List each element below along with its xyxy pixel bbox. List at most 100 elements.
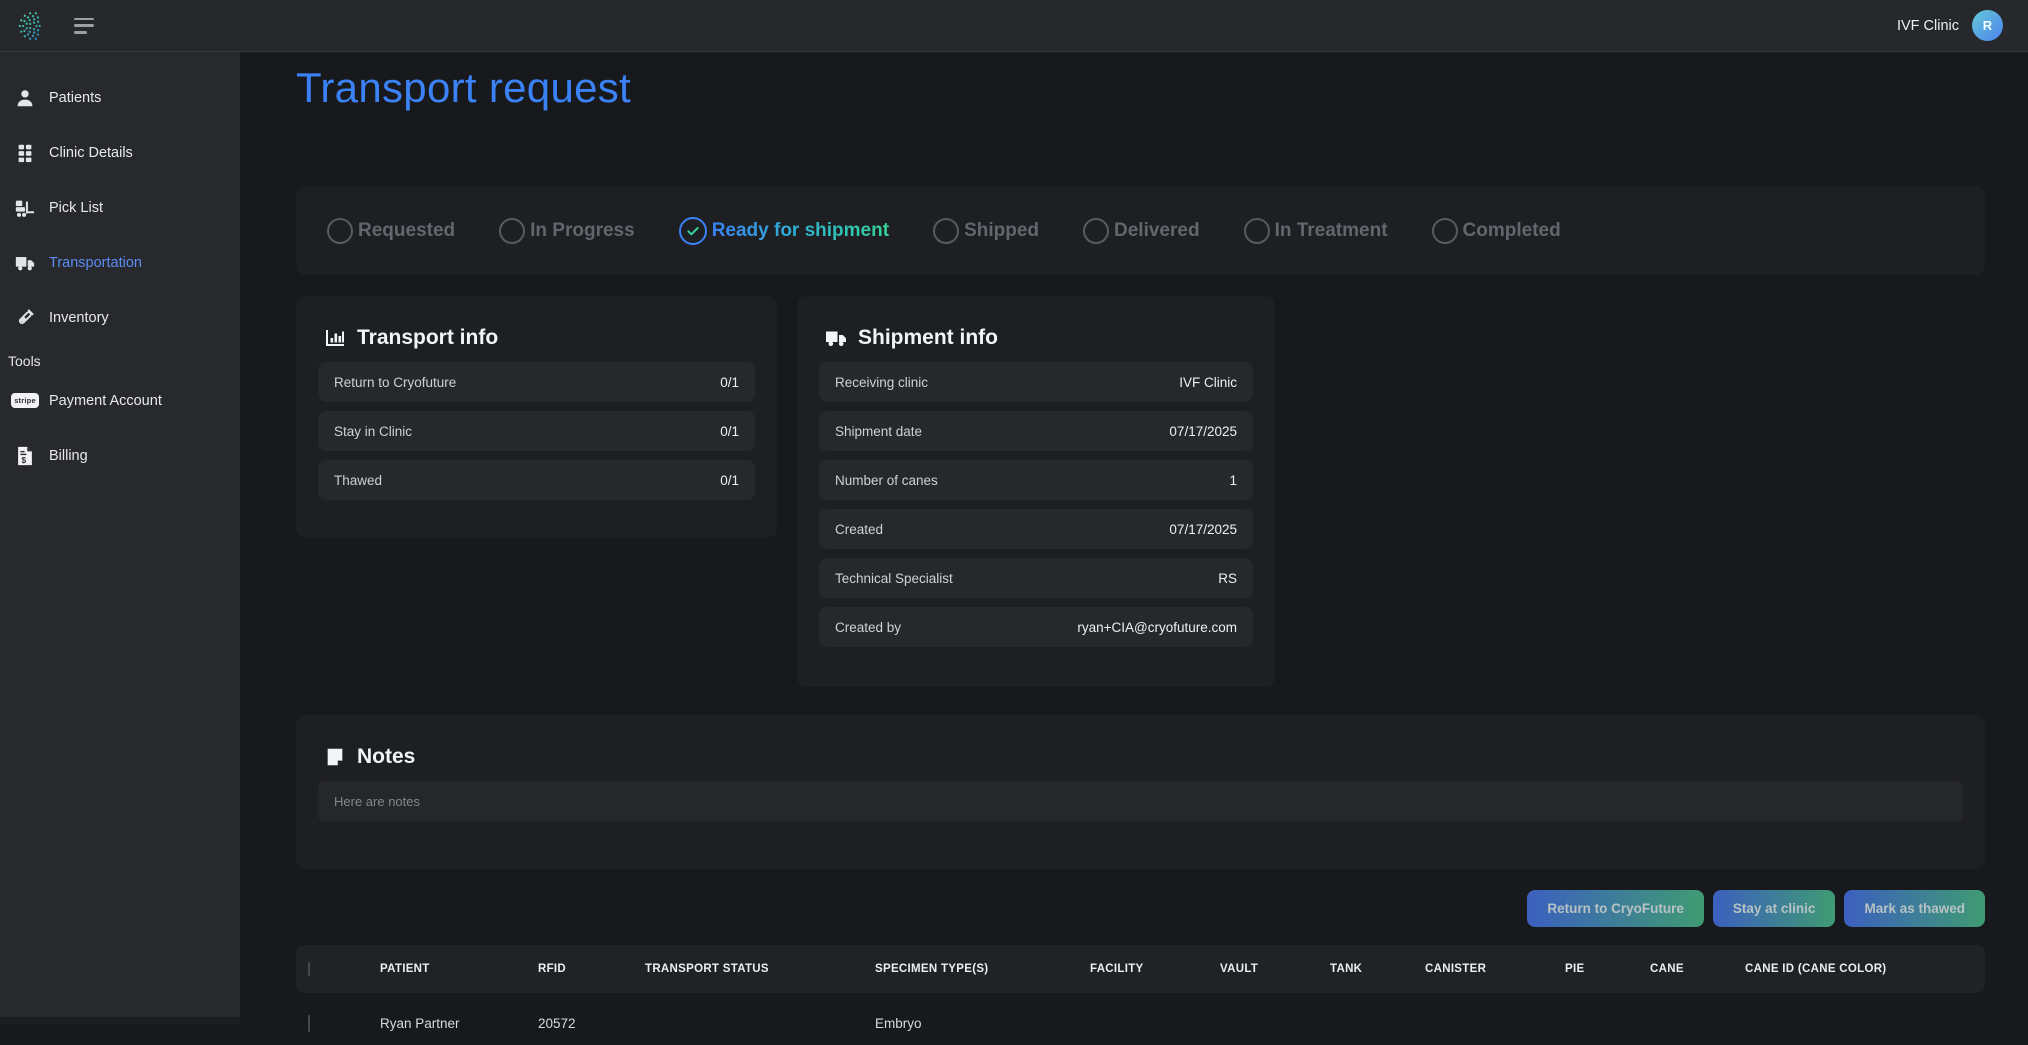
stay-at-clinic-button[interactable]: Stay at clinic [1713, 890, 1836, 927]
step-circle-icon [1083, 218, 1109, 244]
clinic-name: IVF Clinic [1897, 18, 1959, 34]
column-header[interactable]: RFID [538, 963, 645, 975]
column-header[interactable]: CANE [1650, 963, 1745, 975]
step-completed[interactable]: Completed [1432, 218, 1561, 244]
card-title: Transport info [357, 326, 498, 350]
sidebar-item-transportation[interactable]: Transportation [0, 235, 240, 290]
info-value: 07/17/2025 [1169, 522, 1237, 537]
table-row[interactable]: Ryan Partner 20572 Embryo [296, 1001, 1985, 1045]
info-row: Created 07/17/2025 [819, 509, 1253, 549]
sidebar-section-tools: Tools [0, 353, 240, 373]
step-circle-icon [933, 218, 959, 244]
transport-info-card: Transport info Return to Cryofuture 0/1 … [296, 296, 777, 538]
step-circle-icon [1244, 218, 1270, 244]
step-in-treatment[interactable]: In Treatment [1244, 218, 1388, 244]
step-requested[interactable]: Requested [327, 218, 455, 244]
sidebar: Patients Clinic Details Pick List Transp… [0, 52, 240, 1024]
sidebar-item-patients[interactable]: Patients [0, 70, 240, 125]
main-content: Transport request Requested In Progress … [240, 52, 2028, 1024]
info-row: Shipment date 07/17/2025 [819, 411, 1253, 451]
note-icon [323, 745, 347, 769]
column-header[interactable]: TANK [1330, 963, 1425, 975]
step-in-progress[interactable]: In Progress [499, 218, 635, 244]
notes-card: Notes [296, 715, 1985, 869]
step-label: Completed [1463, 220, 1561, 242]
mark-as-thawed-button[interactable]: Mark as thawed [1844, 890, 1985, 927]
column-header[interactable]: VAULT [1220, 963, 1330, 975]
notes-input[interactable] [318, 781, 1963, 821]
status-stepper: Requested In Progress Ready for shipment… [296, 186, 1985, 275]
card-title: Shipment info [858, 326, 998, 350]
step-delivered[interactable]: Delivered [1083, 218, 1200, 244]
sidebar-item-billing[interactable]: $ Billing [0, 428, 240, 483]
info-label: Created [835, 522, 883, 537]
return-to-cryofuture-button[interactable]: Return to CryoFuture [1527, 890, 1704, 927]
step-label: In Progress [530, 220, 635, 242]
shipment-info-heading: Shipment info [824, 326, 1248, 350]
sidebar-item-label: Transportation [49, 255, 142, 271]
card-title: Notes [357, 745, 415, 769]
svg-text:$: $ [22, 455, 27, 464]
cryofuture-logo-icon[interactable] [18, 11, 48, 41]
info-label: Number of canes [835, 473, 938, 488]
vial-icon [14, 307, 36, 329]
sidebar-item-payment-account[interactable]: stripe Payment Account [0, 373, 240, 428]
table-header: PATIENT RFID TRANSPORT STATUS SPECIMEN T… [296, 945, 1985, 993]
sidebar-item-label: Pick List [49, 200, 103, 216]
step-label: Requested [358, 220, 455, 242]
info-row: Number of canes 1 [819, 460, 1253, 500]
truck-icon [824, 326, 848, 350]
step-ready-for-shipment[interactable]: Ready for shipment [679, 217, 889, 245]
sidebar-bottom-strip [0, 1017, 240, 1024]
info-label: Thawed [334, 473, 382, 488]
sidebar-item-label: Payment Account [49, 393, 162, 409]
info-row: Created by ryan+CIA@cryofuture.com [819, 607, 1253, 647]
select-all-checkbox[interactable] [308, 962, 310, 976]
column-header[interactable]: TRANSPORT STATUS [645, 963, 875, 975]
info-label: Technical Specialist [835, 571, 953, 586]
sidebar-item-clinic-details[interactable]: Clinic Details [0, 125, 240, 180]
person-icon [14, 87, 36, 109]
grid-icon [14, 142, 36, 164]
menu-icon[interactable] [74, 18, 96, 34]
row-checkbox[interactable] [308, 1015, 310, 1032]
sidebar-item-pick-list[interactable]: Pick List [0, 180, 240, 235]
info-row: Stay in Clinic 0/1 [318, 411, 755, 451]
step-circle-icon [1432, 218, 1458, 244]
stripe-icon: stripe [14, 390, 36, 412]
info-value: 1 [1229, 473, 1237, 488]
user-avatar[interactable]: R [1972, 10, 2003, 41]
sidebar-item-label: Clinic Details [49, 145, 133, 161]
step-label: Ready for shipment [712, 220, 889, 242]
info-label: Created by [835, 620, 901, 635]
step-shipped[interactable]: Shipped [933, 218, 1039, 244]
info-value: IVF Clinic [1179, 375, 1237, 390]
actions-row: Return to CryoFuture Stay at clinic Mark… [1527, 890, 1985, 927]
bar-chart-icon [323, 326, 347, 350]
column-header[interactable]: PIE [1565, 963, 1650, 975]
cell-specimen-types: Embryo [875, 1016, 1090, 1031]
column-header[interactable]: CANE ID (CANE COLOR) [1745, 963, 1985, 975]
sidebar-item-inventory[interactable]: Inventory [0, 290, 240, 345]
column-header[interactable]: CANISTER [1425, 963, 1565, 975]
column-header[interactable]: PATIENT [380, 963, 538, 975]
sidebar-item-label: Billing [49, 448, 88, 464]
shipment-info-card: Shipment info Receiving clinic IVF Clini… [797, 296, 1275, 687]
info-value: RS [1218, 571, 1237, 586]
canes-table: PATIENT RFID TRANSPORT STATUS SPECIMEN T… [296, 945, 1985, 1045]
step-label: Shipped [964, 220, 1039, 242]
info-row: Thawed 0/1 [318, 460, 755, 500]
cell-patient: Ryan Partner [380, 1016, 538, 1031]
info-value: ryan+CIA@cryofuture.com [1077, 620, 1237, 635]
cell-rfid: 20572 [538, 1016, 645, 1031]
step-check-icon [679, 217, 707, 245]
step-label: Delivered [1114, 220, 1200, 242]
info-label: Receiving clinic [835, 375, 928, 390]
column-header[interactable]: FACILITY [1090, 963, 1220, 975]
notes-heading: Notes [323, 745, 1958, 769]
info-label: Stay in Clinic [334, 424, 412, 439]
info-value: 07/17/2025 [1169, 424, 1237, 439]
column-header[interactable]: SPECIMEN TYPE(S) [875, 963, 1090, 975]
step-circle-icon [327, 218, 353, 244]
receipt-icon: $ [14, 445, 36, 467]
